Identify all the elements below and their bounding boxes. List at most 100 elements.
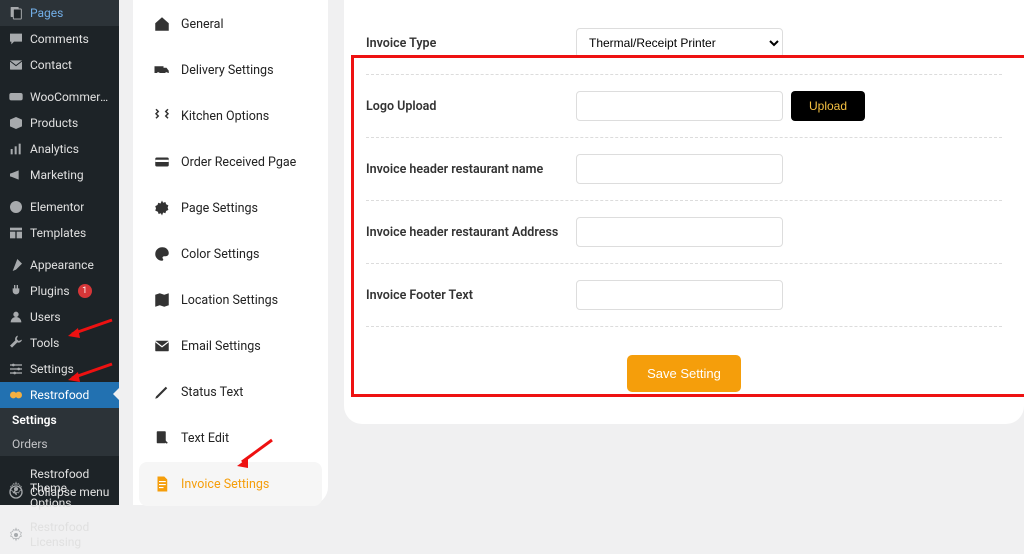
templates-icon (8, 225, 24, 241)
sidebar-item-restrofood-licensing[interactable]: Restrofood Licensing (0, 515, 119, 554)
sidebar-item-label: Analytics (30, 142, 79, 156)
invoice-settings-panel: Invoice Type Thermal/Receipt Printer Log… (344, 0, 1024, 424)
tab-label: Order Received Pgae (181, 155, 296, 170)
tab-label: Text Edit (181, 431, 229, 446)
tab-label: Page Settings (181, 201, 258, 216)
gear-icon (8, 527, 24, 543)
row-logo-upload: Logo Upload Upload (366, 75, 1002, 138)
logo-upload-input[interactable] (576, 91, 783, 121)
file-pen-icon (153, 429, 171, 447)
tab-label: Color Settings (181, 247, 259, 262)
woo-icon (8, 89, 24, 105)
plugin-badge: 1 (78, 284, 92, 298)
collapse-icon (8, 484, 24, 500)
gear-icon (153, 199, 171, 217)
pages-icon (8, 5, 24, 21)
sidebar-item-label: Pages (30, 6, 63, 20)
invoice-type-select[interactable]: Thermal/Receipt Printer (576, 28, 783, 58)
sidebar-item-tools[interactable]: Tools (0, 330, 119, 356)
sidebar-item-plugins[interactable]: Plugins 1 (0, 278, 119, 304)
settings-tabs: General Delivery Settings Kitchen Option… (133, 0, 328, 505)
comment-icon (8, 31, 24, 47)
sidebar-item-label: Plugins (30, 284, 70, 298)
box-icon (8, 115, 24, 131)
sidebar-item-users[interactable]: Users (0, 304, 119, 330)
tab-label: Email Settings (181, 339, 261, 354)
tab-label: Kitchen Options (181, 109, 269, 124)
row-header-address: Invoice header restaurant Address (366, 201, 1002, 264)
sidebar-item-woocommerce[interactable]: WooCommerce (0, 84, 119, 110)
tab-label: General (181, 17, 224, 32)
footer-text-input[interactable] (576, 280, 783, 310)
header-name-label: Invoice header restaurant name (366, 162, 576, 177)
sidebar-sub-settings[interactable]: Settings (0, 408, 119, 432)
sidebar-item-label: Collapse menu (30, 485, 109, 499)
header-name-input[interactable] (576, 154, 783, 184)
tab-delivery-settings[interactable]: Delivery Settings (139, 48, 322, 92)
sidebar-item-pages[interactable]: Pages (0, 0, 119, 26)
save-row: Save Setting (366, 327, 1002, 402)
tab-text-edit[interactable]: Text Edit (139, 416, 322, 460)
wp-admin-sidebar: Pages Comments Contact WooCommerce Produ… (0, 0, 119, 505)
pen-icon (153, 383, 171, 401)
tab-email-settings[interactable]: Email Settings (139, 324, 322, 368)
elementor-icon (8, 199, 24, 215)
sidebar-item-marketing[interactable]: Marketing (0, 162, 119, 188)
restrofood-icon (8, 387, 24, 403)
tab-order-received-page[interactable]: Order Received Pgae (139, 140, 322, 184)
row-invoice-type: Invoice Type Thermal/Receipt Printer (366, 12, 1002, 75)
sidebar-item-settings[interactable]: Settings (0, 356, 119, 382)
card-icon (153, 153, 171, 171)
sidebar-item-contact[interactable]: Contact (0, 52, 119, 78)
header-address-input[interactable] (576, 217, 783, 247)
tab-location-settings[interactable]: Location Settings (139, 278, 322, 322)
sidebar-item-label: Marketing (30, 168, 84, 182)
palette-icon (153, 245, 171, 263)
tab-status-text[interactable]: Status Text (139, 370, 322, 414)
sidebar-sub-orders[interactable]: Orders (0, 432, 119, 456)
home-icon (153, 15, 171, 33)
plug-icon (8, 283, 24, 299)
sidebar-item-label: Elementor (30, 200, 84, 214)
sidebar-item-appearance[interactable]: Appearance (0, 252, 119, 278)
tab-label: Status Text (181, 385, 243, 400)
sidebar-item-templates[interactable]: Templates (0, 220, 119, 246)
mail-icon (8, 57, 24, 73)
tab-general[interactable]: General (139, 2, 322, 46)
sidebar-item-comments[interactable]: Comments (0, 26, 119, 52)
mail-icon (153, 337, 171, 355)
tab-label: Delivery Settings (181, 63, 274, 78)
sidebar-item-label: Settings (12, 413, 57, 427)
map-icon (153, 291, 171, 309)
sidebar-collapse[interactable]: Collapse menu (0, 479, 119, 505)
sidebar-item-label: Restrofood (30, 388, 89, 402)
tab-color-settings[interactable]: Color Settings (139, 232, 322, 276)
upload-button[interactable]: Upload (791, 91, 865, 121)
sidebar-item-elementor[interactable]: Elementor (0, 194, 119, 220)
sidebar-item-label: Users (30, 310, 61, 324)
logo-upload-label: Logo Upload (366, 99, 576, 114)
file-lines-icon (153, 475, 171, 493)
tab-kitchen-options[interactable]: Kitchen Options (139, 94, 322, 138)
sidebar-item-restrofood[interactable]: Restrofood (0, 382, 119, 408)
sidebar-item-label: Settings (30, 362, 74, 376)
sidebar-item-label: Contact (30, 58, 72, 72)
row-footer-text: Invoice Footer Text (366, 264, 1002, 327)
utensils-icon (153, 107, 171, 125)
wrench-icon (8, 335, 24, 351)
brush-icon (8, 257, 24, 273)
tab-label: Location Settings (181, 293, 278, 308)
truck-icon (153, 61, 171, 79)
tab-page-settings[interactable]: Page Settings (139, 186, 322, 230)
sidebar-item-products[interactable]: Products (0, 110, 119, 136)
invoice-type-label: Invoice Type (366, 36, 576, 51)
tab-invoice-settings[interactable]: Invoice Settings (139, 462, 322, 506)
sidebar-submenu: Settings Orders (0, 408, 119, 456)
sliders-icon (8, 361, 24, 377)
sidebar-item-label: Appearance (30, 258, 94, 272)
save-setting-button[interactable]: Save Setting (627, 355, 741, 392)
sidebar-item-analytics[interactable]: Analytics (0, 136, 119, 162)
row-header-name: Invoice header restaurant name (366, 138, 1002, 201)
sidebar-item-label: Tools (30, 336, 59, 350)
header-address-label: Invoice header restaurant Address (366, 225, 576, 240)
